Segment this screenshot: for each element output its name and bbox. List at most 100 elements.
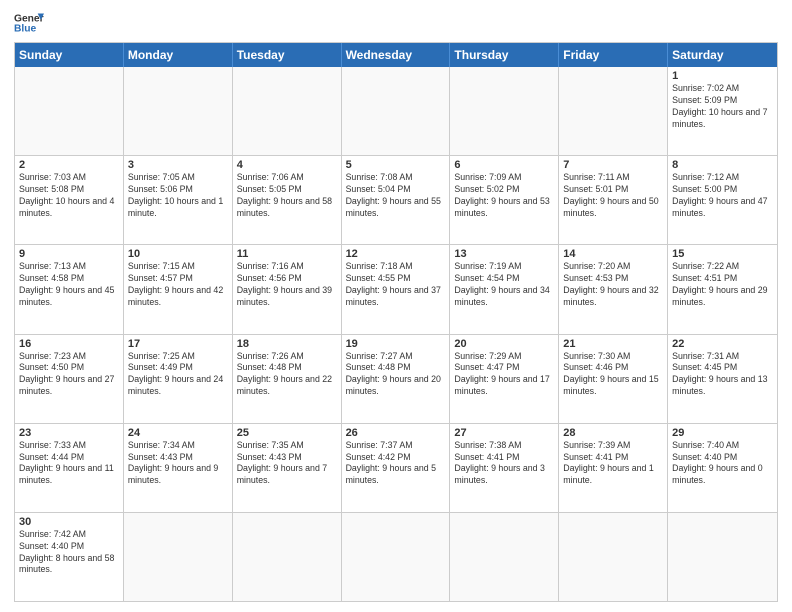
calendar-cell: 6Sunrise: 7:09 AM Sunset: 5:02 PM Daylig…	[450, 156, 559, 244]
day-number: 16	[19, 338, 119, 350]
day-number: 17	[128, 338, 228, 350]
day-number: 23	[19, 427, 119, 439]
calendar-cell: 19Sunrise: 7:27 AM Sunset: 4:48 PM Dayli…	[342, 335, 451, 423]
day-number: 24	[128, 427, 228, 439]
sun-info: Sunrise: 7:15 AM Sunset: 4:57 PM Dayligh…	[128, 261, 228, 309]
generalblue-logo-icon: General Blue	[14, 10, 44, 36]
day-number: 3	[128, 159, 228, 171]
calendar-cell: 10Sunrise: 7:15 AM Sunset: 4:57 PM Dayli…	[124, 245, 233, 333]
day-number: 28	[563, 427, 663, 439]
sun-info: Sunrise: 7:30 AM Sunset: 4:46 PM Dayligh…	[563, 351, 663, 399]
day-number: 2	[19, 159, 119, 171]
calendar-cell	[342, 67, 451, 155]
calendar-cell: 24Sunrise: 7:34 AM Sunset: 4:43 PM Dayli…	[124, 424, 233, 512]
sun-info: Sunrise: 7:13 AM Sunset: 4:58 PM Dayligh…	[19, 261, 119, 309]
calendar-cell: 2Sunrise: 7:03 AM Sunset: 5:08 PM Daylig…	[15, 156, 124, 244]
sun-info: Sunrise: 7:12 AM Sunset: 5:00 PM Dayligh…	[672, 172, 773, 220]
day-number: 14	[563, 248, 663, 260]
calendar-row-2: 9Sunrise: 7:13 AM Sunset: 4:58 PM Daylig…	[15, 244, 777, 333]
header-day-wednesday: Wednesday	[342, 43, 451, 67]
calendar-cell: 25Sunrise: 7:35 AM Sunset: 4:43 PM Dayli…	[233, 424, 342, 512]
calendar-cell: 17Sunrise: 7:25 AM Sunset: 4:49 PM Dayli…	[124, 335, 233, 423]
calendar-cell: 18Sunrise: 7:26 AM Sunset: 4:48 PM Dayli…	[233, 335, 342, 423]
calendar-row-1: 2Sunrise: 7:03 AM Sunset: 5:08 PM Daylig…	[15, 155, 777, 244]
day-number: 22	[672, 338, 773, 350]
sun-info: Sunrise: 7:11 AM Sunset: 5:01 PM Dayligh…	[563, 172, 663, 220]
calendar-cell	[342, 513, 451, 601]
calendar-cell	[233, 67, 342, 155]
sun-info: Sunrise: 7:09 AM Sunset: 5:02 PM Dayligh…	[454, 172, 554, 220]
calendar-cell	[668, 513, 777, 601]
day-number: 7	[563, 159, 663, 171]
sun-info: Sunrise: 7:25 AM Sunset: 4:49 PM Dayligh…	[128, 351, 228, 399]
calendar-row-3: 16Sunrise: 7:23 AM Sunset: 4:50 PM Dayli…	[15, 334, 777, 423]
day-number: 11	[237, 248, 337, 260]
sun-info: Sunrise: 7:35 AM Sunset: 4:43 PM Dayligh…	[237, 440, 337, 488]
day-number: 9	[19, 248, 119, 260]
sun-info: Sunrise: 7:08 AM Sunset: 5:04 PM Dayligh…	[346, 172, 446, 220]
sun-info: Sunrise: 7:31 AM Sunset: 4:45 PM Dayligh…	[672, 351, 773, 399]
calendar-cell: 3Sunrise: 7:05 AM Sunset: 5:06 PM Daylig…	[124, 156, 233, 244]
calendar-cell: 7Sunrise: 7:11 AM Sunset: 5:01 PM Daylig…	[559, 156, 668, 244]
calendar-cell: 27Sunrise: 7:38 AM Sunset: 4:41 PM Dayli…	[450, 424, 559, 512]
logo: General Blue	[14, 10, 46, 36]
calendar-cell	[450, 67, 559, 155]
calendar-cell	[15, 67, 124, 155]
header-day-monday: Monday	[124, 43, 233, 67]
calendar-cell: 1Sunrise: 7:02 AM Sunset: 5:09 PM Daylig…	[668, 67, 777, 155]
sun-info: Sunrise: 7:27 AM Sunset: 4:48 PM Dayligh…	[346, 351, 446, 399]
calendar-cell	[233, 513, 342, 601]
sun-info: Sunrise: 7:20 AM Sunset: 4:53 PM Dayligh…	[563, 261, 663, 309]
sun-info: Sunrise: 7:39 AM Sunset: 4:41 PM Dayligh…	[563, 440, 663, 488]
calendar-cell: 9Sunrise: 7:13 AM Sunset: 4:58 PM Daylig…	[15, 245, 124, 333]
calendar-cell	[559, 513, 668, 601]
calendar-cell: 30Sunrise: 7:42 AM Sunset: 4:40 PM Dayli…	[15, 513, 124, 601]
header-day-saturday: Saturday	[668, 43, 777, 67]
sun-info: Sunrise: 7:02 AM Sunset: 5:09 PM Dayligh…	[672, 83, 773, 131]
calendar-cell: 16Sunrise: 7:23 AM Sunset: 4:50 PM Dayli…	[15, 335, 124, 423]
sun-info: Sunrise: 7:33 AM Sunset: 4:44 PM Dayligh…	[19, 440, 119, 488]
day-number: 29	[672, 427, 773, 439]
header-day-tuesday: Tuesday	[233, 43, 342, 67]
sun-info: Sunrise: 7:29 AM Sunset: 4:47 PM Dayligh…	[454, 351, 554, 399]
day-number: 20	[454, 338, 554, 350]
calendar-row-4: 23Sunrise: 7:33 AM Sunset: 4:44 PM Dayli…	[15, 423, 777, 512]
day-number: 12	[346, 248, 446, 260]
header-day-sunday: Sunday	[15, 43, 124, 67]
calendar: SundayMondayTuesdayWednesdayThursdayFrid…	[14, 42, 778, 602]
calendar-cell: 26Sunrise: 7:37 AM Sunset: 4:42 PM Dayli…	[342, 424, 451, 512]
day-number: 19	[346, 338, 446, 350]
day-number: 10	[128, 248, 228, 260]
calendar-cell: 4Sunrise: 7:06 AM Sunset: 5:05 PM Daylig…	[233, 156, 342, 244]
sun-info: Sunrise: 7:23 AM Sunset: 4:50 PM Dayligh…	[19, 351, 119, 399]
calendar-body: 1Sunrise: 7:02 AM Sunset: 5:09 PM Daylig…	[15, 67, 777, 601]
sun-info: Sunrise: 7:19 AM Sunset: 4:54 PM Dayligh…	[454, 261, 554, 309]
sun-info: Sunrise: 7:05 AM Sunset: 5:06 PM Dayligh…	[128, 172, 228, 220]
day-number: 1	[672, 70, 773, 82]
calendar-cell	[124, 67, 233, 155]
calendar-cell: 12Sunrise: 7:18 AM Sunset: 4:55 PM Dayli…	[342, 245, 451, 333]
day-number: 18	[237, 338, 337, 350]
calendar-cell: 28Sunrise: 7:39 AM Sunset: 4:41 PM Dayli…	[559, 424, 668, 512]
sun-info: Sunrise: 7:42 AM Sunset: 4:40 PM Dayligh…	[19, 529, 119, 577]
sun-info: Sunrise: 7:22 AM Sunset: 4:51 PM Dayligh…	[672, 261, 773, 309]
day-number: 13	[454, 248, 554, 260]
calendar-cell	[450, 513, 559, 601]
calendar-cell: 15Sunrise: 7:22 AM Sunset: 4:51 PM Dayli…	[668, 245, 777, 333]
calendar-cell: 23Sunrise: 7:33 AM Sunset: 4:44 PM Dayli…	[15, 424, 124, 512]
calendar-row-5: 30Sunrise: 7:42 AM Sunset: 4:40 PM Dayli…	[15, 512, 777, 601]
svg-text:Blue: Blue	[14, 24, 37, 35]
sun-info: Sunrise: 7:16 AM Sunset: 4:56 PM Dayligh…	[237, 261, 337, 309]
day-number: 4	[237, 159, 337, 171]
calendar-cell: 21Sunrise: 7:30 AM Sunset: 4:46 PM Dayli…	[559, 335, 668, 423]
sun-info: Sunrise: 7:34 AM Sunset: 4:43 PM Dayligh…	[128, 440, 228, 488]
day-number: 8	[672, 159, 773, 171]
calendar-cell: 13Sunrise: 7:19 AM Sunset: 4:54 PM Dayli…	[450, 245, 559, 333]
calendar-cell: 20Sunrise: 7:29 AM Sunset: 4:47 PM Dayli…	[450, 335, 559, 423]
sun-info: Sunrise: 7:37 AM Sunset: 4:42 PM Dayligh…	[346, 440, 446, 488]
calendar-cell: 8Sunrise: 7:12 AM Sunset: 5:00 PM Daylig…	[668, 156, 777, 244]
day-number: 5	[346, 159, 446, 171]
calendar-cell: 5Sunrise: 7:08 AM Sunset: 5:04 PM Daylig…	[342, 156, 451, 244]
calendar-cell: 14Sunrise: 7:20 AM Sunset: 4:53 PM Dayli…	[559, 245, 668, 333]
calendar-cell	[559, 67, 668, 155]
